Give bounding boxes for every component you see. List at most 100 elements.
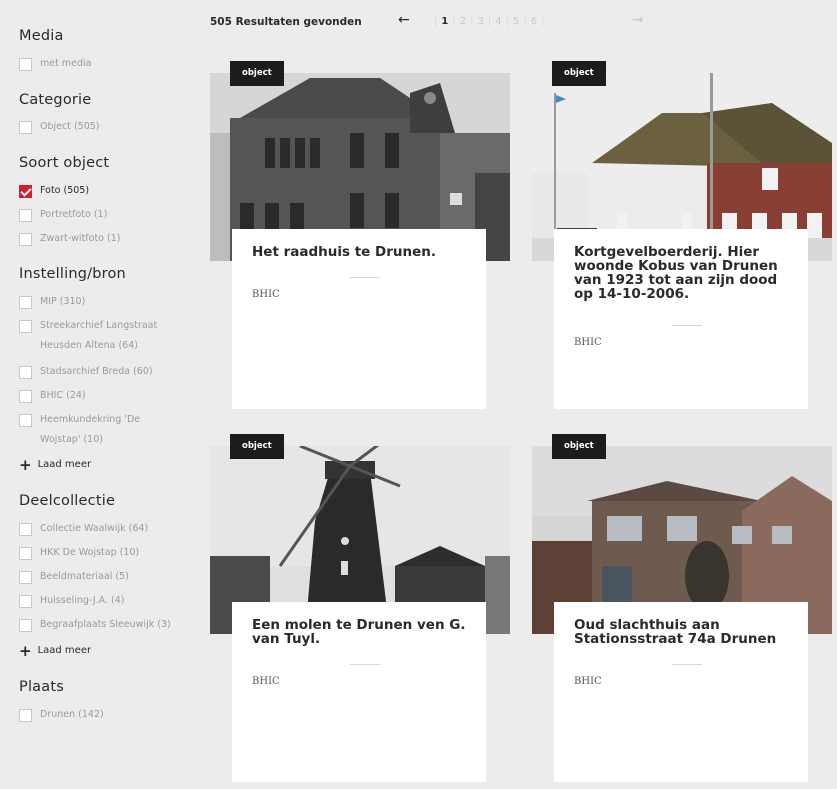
checkbox[interactable] bbox=[19, 595, 32, 608]
checkbox[interactable] bbox=[19, 366, 32, 379]
filter-label: Portretfoto (1) bbox=[40, 209, 108, 220]
checkbox[interactable] bbox=[19, 209, 32, 222]
pagination: | 1 | 2 | 3 | 4 | 5 | 6 | bbox=[432, 16, 546, 27]
card-title[interactable]: Het raadhuis te Drunen. bbox=[252, 245, 472, 259]
checkbox[interactable] bbox=[19, 121, 32, 134]
divider bbox=[350, 664, 380, 665]
card-info: Kortgevelboerderij. Hier woonde Kobus va… bbox=[554, 229, 808, 409]
checkbox[interactable] bbox=[19, 390, 32, 403]
checkbox[interactable] bbox=[19, 709, 32, 722]
filter-label: HKK De Wojstap (10) bbox=[40, 547, 140, 558]
results-count: 505 Resultaten gevonden bbox=[210, 16, 362, 28]
filter-label: Foto (505) bbox=[40, 185, 90, 196]
arrow-right-icon[interactable]: → bbox=[632, 12, 644, 28]
divider bbox=[350, 277, 380, 278]
checkbox[interactable] bbox=[19, 233, 32, 246]
card-title[interactable]: Een molen te Drunen ven G. van Tuyl. bbox=[252, 618, 472, 646]
filter-portretfoto[interactable]: Portretfoto (1) bbox=[19, 208, 107, 224]
page-3[interactable]: 3 bbox=[475, 16, 485, 27]
divider bbox=[672, 664, 702, 665]
facet-title-instelling: Instelling/bron bbox=[19, 266, 126, 282]
filter-label: Beeldmateriaal (5) bbox=[40, 571, 129, 582]
page-2[interactable]: 2 bbox=[458, 16, 468, 27]
facet-title-categorie: Categorie bbox=[19, 92, 92, 108]
divider bbox=[672, 325, 702, 326]
checkbox-checked[interactable] bbox=[19, 185, 32, 198]
filter-label-continued: Wojstap' (10) bbox=[40, 434, 103, 445]
filter-label-continued: Heusden Altena (64) bbox=[40, 340, 138, 351]
checkbox[interactable] bbox=[19, 320, 32, 333]
result-card[interactable]: object Een molen te Drunen ven G. van Tu… bbox=[210, 434, 510, 789]
filter-label: met media bbox=[40, 58, 92, 69]
pager-separator: | bbox=[470, 16, 474, 27]
checkbox[interactable] bbox=[19, 571, 32, 584]
filter-label: Object (505) bbox=[40, 121, 100, 132]
card-title[interactable]: Kortgevelboerderij. Hier woonde Kobus va… bbox=[574, 245, 794, 301]
pager-separator: | bbox=[541, 16, 545, 27]
filter-heemkundekring[interactable]: Heemkundekring 'De bbox=[19, 413, 140, 429]
card-source: BHIC bbox=[252, 289, 280, 300]
filter-drunen[interactable]: Drunen (142) bbox=[19, 708, 104, 724]
filter-foto[interactable]: Foto (505) bbox=[19, 184, 89, 200]
page-6[interactable]: 6 bbox=[529, 16, 539, 27]
result-card[interactable]: object Kortgevelboerderij. Hier woonde K… bbox=[532, 61, 832, 416]
filter-hkk-de-wojstap[interactable]: HKK De Wojstap (10) bbox=[19, 546, 139, 562]
filter-zwart-witfoto[interactable]: Zwart-witfoto (1) bbox=[19, 232, 120, 248]
filter-mip[interactable]: MIP (310) bbox=[19, 295, 85, 311]
load-more-label: Laad meer bbox=[37, 645, 92, 656]
filter-sidebar: Media met media Categorie Object (505) S… bbox=[0, 0, 200, 722]
filter-collectie-waalwijk[interactable]: Collectie Waalwijk (64) bbox=[19, 522, 148, 538]
object-tag: object bbox=[230, 434, 284, 459]
card-source: BHIC bbox=[252, 676, 280, 687]
filter-label: Collectie Waalwijk (64) bbox=[40, 523, 149, 534]
card-info: Een molen te Drunen ven G. van Tuyl. BHI… bbox=[232, 602, 486, 782]
card-source: BHIC bbox=[574, 337, 602, 348]
filter-label: Huisseling-J.A. (4) bbox=[40, 595, 125, 606]
load-more-label: Laad meer bbox=[37, 459, 92, 470]
filter-met-media[interactable]: met media bbox=[19, 57, 91, 73]
page-5[interactable]: 5 bbox=[511, 16, 521, 27]
result-card[interactable]: object Het raadhuis te Drunen. BHIC bbox=[210, 61, 510, 416]
result-card[interactable]: object Oud slachthuis aan Stationsstraat… bbox=[532, 434, 832, 789]
filter-object[interactable]: Object (505) bbox=[19, 120, 100, 136]
card-source: BHIC bbox=[574, 676, 602, 687]
pager-separator: | bbox=[452, 16, 456, 27]
plus-icon: + bbox=[19, 641, 32, 660]
checkbox[interactable] bbox=[19, 523, 32, 536]
checkbox[interactable] bbox=[19, 547, 32, 560]
page-1[interactable]: 1 bbox=[439, 16, 450, 27]
load-more-instelling[interactable]: + Laad meer bbox=[19, 455, 92, 474]
object-tag: object bbox=[552, 61, 606, 86]
filter-label: MIP (310) bbox=[40, 296, 86, 307]
object-tag: object bbox=[230, 61, 284, 86]
filter-label: Streekarchief Langstraat bbox=[40, 320, 158, 331]
filter-beeldmateriaal[interactable]: Beeldmateriaal (5) bbox=[19, 570, 129, 586]
card-info: Oud slachthuis aan Stationsstraat 74a Dr… bbox=[554, 602, 808, 782]
page-4[interactable]: 4 bbox=[493, 16, 503, 27]
filter-bhic[interactable]: BHIC (24) bbox=[19, 389, 86, 405]
facet-title-plaats: Plaats bbox=[19, 679, 64, 695]
filter-label: Zwart-witfoto (1) bbox=[40, 233, 121, 244]
checkbox[interactable] bbox=[19, 414, 32, 427]
plus-icon: + bbox=[19, 455, 32, 474]
filter-stadsarchief-breda[interactable]: Stadsarchief Breda (60) bbox=[19, 365, 153, 381]
filter-label: BHIC (24) bbox=[40, 390, 86, 401]
checkbox[interactable] bbox=[19, 619, 32, 632]
object-tag: object bbox=[552, 434, 606, 459]
filter-label: Stadsarchief Breda (60) bbox=[40, 366, 153, 377]
filter-huisseling[interactable]: Huisseling-J.A. (4) bbox=[19, 594, 124, 610]
card-title[interactable]: Oud slachthuis aan Stationsstraat 74a Dr… bbox=[574, 618, 794, 646]
arrow-left-icon[interactable]: ← bbox=[398, 12, 410, 28]
filter-begraafplaats[interactable]: Begraafplaats Sleeuwijk (3) bbox=[19, 618, 171, 634]
filter-streekarchief[interactable]: Streekarchief Langstraat bbox=[19, 319, 157, 335]
filter-label: Drunen (142) bbox=[40, 709, 104, 720]
facet-title-soort-object: Soort object bbox=[19, 155, 110, 171]
checkbox[interactable] bbox=[19, 296, 32, 309]
filter-label: Begraafplaats Sleeuwijk (3) bbox=[40, 619, 171, 630]
pager-separator: | bbox=[434, 16, 438, 27]
facet-title-media: Media bbox=[19, 28, 64, 44]
load-more-deelcollectie[interactable]: + Laad meer bbox=[19, 641, 92, 660]
facet-title-deelcollectie: Deelcollectie bbox=[19, 493, 116, 509]
checkbox[interactable] bbox=[19, 58, 32, 71]
card-info: Het raadhuis te Drunen. BHIC bbox=[232, 229, 486, 409]
